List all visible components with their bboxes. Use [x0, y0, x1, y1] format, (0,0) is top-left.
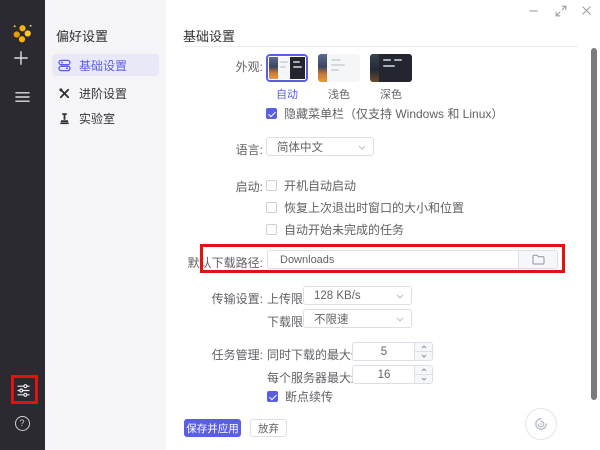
theme-thumb-auto[interactable]: [266, 54, 308, 82]
maximize-button[interactable]: [553, 3, 568, 18]
theme-label-light[interactable]: 浅色: [318, 86, 360, 102]
autostart-label: 开机自动启动: [284, 177, 356, 194]
scrollbar-thumb[interactable]: [591, 48, 597, 400]
max-tasks-spinner: [414, 343, 432, 360]
restore-icon: [555, 5, 567, 17]
sidebar-item-label: 基础设置: [79, 57, 127, 74]
chevron-up-icon: [421, 368, 427, 372]
browse-folder-button[interactable]: [518, 251, 557, 268]
sidebar-item-label: 实验室: [79, 110, 115, 127]
sliders-settings-icon: [16, 383, 31, 398]
task-management-label: 任务管理:: [183, 346, 263, 363]
startup-checkbox-row[interactable]: 自动开始未完成的任务: [266, 221, 404, 238]
lab-icon: [58, 112, 71, 125]
theme-thumb-light[interactable]: [318, 54, 360, 82]
resume-unfinished-checkbox[interactable]: [266, 224, 277, 235]
language-select[interactable]: 简体中文: [266, 137, 374, 156]
max-tasks-value: 5: [353, 343, 415, 360]
hide-menubar-label: 隐藏菜单栏（仅支持 Windows 和 Linux）: [284, 105, 503, 122]
hide-menubar-checkbox[interactable]: [266, 108, 277, 119]
theme-thumb-dark-pane: [290, 57, 305, 79]
theme-options: [266, 54, 412, 82]
download-path-label: 默认下载路径:: [183, 254, 263, 271]
restore-window-checkbox[interactable]: [266, 202, 277, 213]
discard-button[interactable]: 放弃: [250, 419, 287, 437]
theme-thumb-photo: [318, 54, 327, 82]
spinner-down-button[interactable]: [415, 352, 432, 360]
startup-label: 启动:: [183, 178, 263, 195]
startup-checkbox-row[interactable]: 开机自动启动: [266, 177, 356, 194]
transfer-label: 传输设置:: [183, 290, 263, 307]
minimize-icon: [528, 5, 539, 16]
autostart-checkbox[interactable]: [266, 180, 277, 191]
advanced-settings-icon: [58, 87, 71, 100]
startup-checkbox-row[interactable]: 恢复上次退出时窗口的大小和位置: [266, 199, 464, 216]
heading-divider: [183, 46, 578, 47]
max-tasks-input[interactable]: 5: [352, 342, 433, 361]
folder-icon: [532, 254, 545, 265]
upload-limit-value: 128 KB/s: [314, 290, 361, 302]
minimize-button[interactable]: [526, 3, 541, 18]
theme-label-auto[interactable]: 自动: [266, 86, 308, 102]
page-title: 基础设置: [183, 26, 235, 45]
task-list-button[interactable]: [12, 89, 32, 105]
chevron-down-icon: [421, 354, 427, 358]
download-path-input[interactable]: Downloads: [267, 250, 558, 269]
theme-thumb-light-pane: [327, 54, 360, 82]
theme-thumb-light-pane: [278, 57, 290, 79]
theme-thumb-dark-pane: [379, 54, 412, 82]
max-connections-value: 16: [353, 366, 415, 383]
chevron-down-icon: [421, 377, 427, 381]
resume-checkbox[interactable]: [267, 391, 278, 402]
theme-thumb-dark[interactable]: [370, 54, 412, 82]
basic-settings-icon: [58, 59, 71, 72]
preferences-button[interactable]: [15, 382, 31, 398]
download-limit-value: 不限速: [314, 311, 349, 327]
chevron-down-icon: [396, 317, 404, 322]
close-icon: [581, 5, 592, 16]
upload-limit-select[interactable]: 128 KB/s: [303, 286, 412, 305]
help-icon: ?: [15, 416, 30, 431]
save-apply-button[interactable]: 保存并应用: [184, 419, 241, 437]
close-button[interactable]: [579, 3, 594, 18]
app-logo: [9, 20, 35, 46]
preferences-sidebar: 偏好设置 基础设置 进阶设置 实验室: [45, 0, 166, 450]
resume-unfinished-label: 自动开始未完成的任务: [284, 221, 404, 238]
theme-thumb-photo: [370, 54, 379, 82]
language-label: 语言:: [183, 141, 263, 158]
chevron-up-icon: [421, 345, 427, 349]
max-connections-input[interactable]: 16: [352, 365, 433, 384]
plus-icon: [13, 50, 29, 66]
add-task-button[interactable]: [11, 48, 31, 68]
spinner-up-button[interactable]: [415, 366, 432, 375]
download-limit-select[interactable]: 不限速: [303, 309, 412, 328]
spinner-up-button[interactable]: [415, 343, 432, 352]
sidebar-item-basic-settings[interactable]: 基础设置: [52, 54, 159, 76]
theme-label-dark[interactable]: 深色: [370, 86, 412, 102]
spinner-down-button[interactable]: [415, 375, 432, 383]
chevron-down-icon: [358, 145, 366, 150]
spiral-icon: [533, 416, 549, 432]
appearance-label: 外观:: [183, 58, 263, 75]
hamburger-menu-icon: [15, 91, 30, 103]
theme-option-labels: 自动 浅色 深色: [266, 86, 412, 102]
chevron-down-icon: [396, 294, 404, 299]
sidebar-item-lab[interactable]: 实验室: [52, 107, 159, 129]
speed-indicator-button[interactable]: [525, 408, 557, 440]
app-window: ? 偏好设置 基础设置 进阶设置: [0, 0, 600, 450]
download-path-value: Downloads: [280, 251, 334, 268]
sidebar-item-advanced-settings[interactable]: 进阶设置: [52, 82, 159, 104]
sidebar-title: 偏好设置: [56, 26, 108, 45]
max-connections-spinner: [414, 366, 432, 383]
restore-window-label: 恢复上次退出时窗口的大小和位置: [284, 199, 464, 216]
left-rail: ?: [0, 0, 45, 450]
sidebar-item-label: 进阶设置: [79, 85, 127, 102]
app-logo-icon: [10, 21, 35, 46]
resume-checkbox-row[interactable]: 断点续传: [267, 388, 333, 405]
hide-menubar-checkbox-row[interactable]: 隐藏菜单栏（仅支持 Windows 和 Linux）: [266, 105, 503, 122]
language-value: 简体中文: [277, 139, 323, 155]
help-button[interactable]: ?: [14, 415, 30, 431]
theme-thumb-photo: [269, 57, 278, 79]
resume-label: 断点续传: [285, 388, 333, 405]
